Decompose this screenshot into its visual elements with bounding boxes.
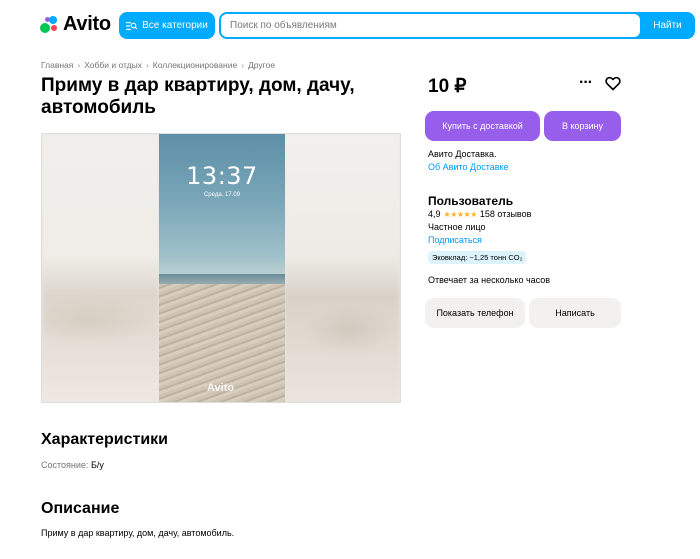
subscribe-link[interactable]: Подписаться (428, 235, 482, 245)
eco-badge: Эковклад: ~1,25 тонн CO₂ (428, 251, 527, 264)
breadcrumb-item-other[interactable]: Другое (248, 60, 275, 70)
listing-image-gallery[interactable]: 13:37 Среда, 17.09 Avito (41, 133, 401, 403)
breadcrumb-item-collecting[interactable]: Коллекционирование (153, 60, 237, 70)
gallery-blur-right (284, 134, 400, 402)
favorite-heart-icon[interactable] (605, 76, 621, 91)
write-message-button[interactable]: Написать (529, 298, 621, 328)
chevron-right-icon: › (145, 60, 149, 70)
buy-with-delivery-button[interactable]: Купить с доставкой (425, 111, 540, 141)
photo-date: Среда, 17.09 (203, 192, 241, 198)
seller-rating: 4,9 ★★★★★ 158 отзывов (428, 209, 531, 219)
chevron-right-icon: › (77, 60, 81, 70)
photo-watermark: Avito (207, 382, 235, 394)
photo-clock: 13:37 (186, 162, 258, 190)
logo-text: Avito (63, 13, 111, 35)
add-to-cart-button[interactable]: В корзину (544, 111, 621, 141)
listing-photo[interactable]: 13:37 Среда, 17.09 Avito (159, 134, 285, 402)
search-button[interactable]: Найти (640, 12, 695, 39)
state-row: Состояние: Б/у (41, 460, 104, 470)
delivery-text: Авито Доставка. (428, 149, 497, 159)
breadcrumb-item-hobby[interactable]: Хобби и отдых (84, 60, 142, 70)
delivery-info-link[interactable]: Об Авито Доставке (428, 162, 509, 172)
description-text: Приму в дар квартиру, дом, дачу, автомоб… (41, 528, 235, 538)
listing-title: Приму в дар квартиру, дом, дачу, автомоб… (41, 75, 355, 118)
logo-dots-icon (40, 15, 60, 34)
breadcrumb: Главная › Хобби и отдых › Коллекциониров… (41, 60, 275, 70)
seller-type: Частное лицо (428, 222, 486, 232)
search-bar: Поиск по объявлениям Найти (219, 12, 695, 39)
state-value: Б/у (90, 460, 104, 470)
seller-name[interactable]: Пользователь (428, 194, 513, 208)
state-key: Состояние: (41, 460, 89, 470)
rating-value: 4,9 (428, 209, 441, 219)
more-options-icon[interactable]: ··· (579, 74, 593, 92)
header: Avito Все категории Поиск по объявлениям… (0, 0, 700, 50)
avito-logo[interactable]: Avito (40, 13, 111, 36)
search-input[interactable]: Поиск по объявлениям (221, 14, 640, 37)
description-heading: Описание (41, 500, 120, 517)
chevron-right-icon: › (241, 60, 245, 70)
rating-stars-icon: ★★★★★ (443, 209, 478, 219)
all-categories-label: Все категории (142, 20, 208, 31)
all-categories-button[interactable]: Все категории (119, 12, 215, 39)
gallery-blur-left (42, 134, 159, 402)
reviews-count[interactable]: 158 отзывов (480, 209, 532, 219)
menu-search-icon (126, 21, 138, 30)
breadcrumb-item-home[interactable]: Главная (41, 60, 73, 70)
price: 10 ₽ (428, 76, 467, 97)
show-phone-button[interactable]: Показать телефон (425, 298, 525, 328)
response-time: Отвечает за несколько часов (428, 275, 551, 285)
characteristics-heading: Характеристики (41, 431, 169, 448)
